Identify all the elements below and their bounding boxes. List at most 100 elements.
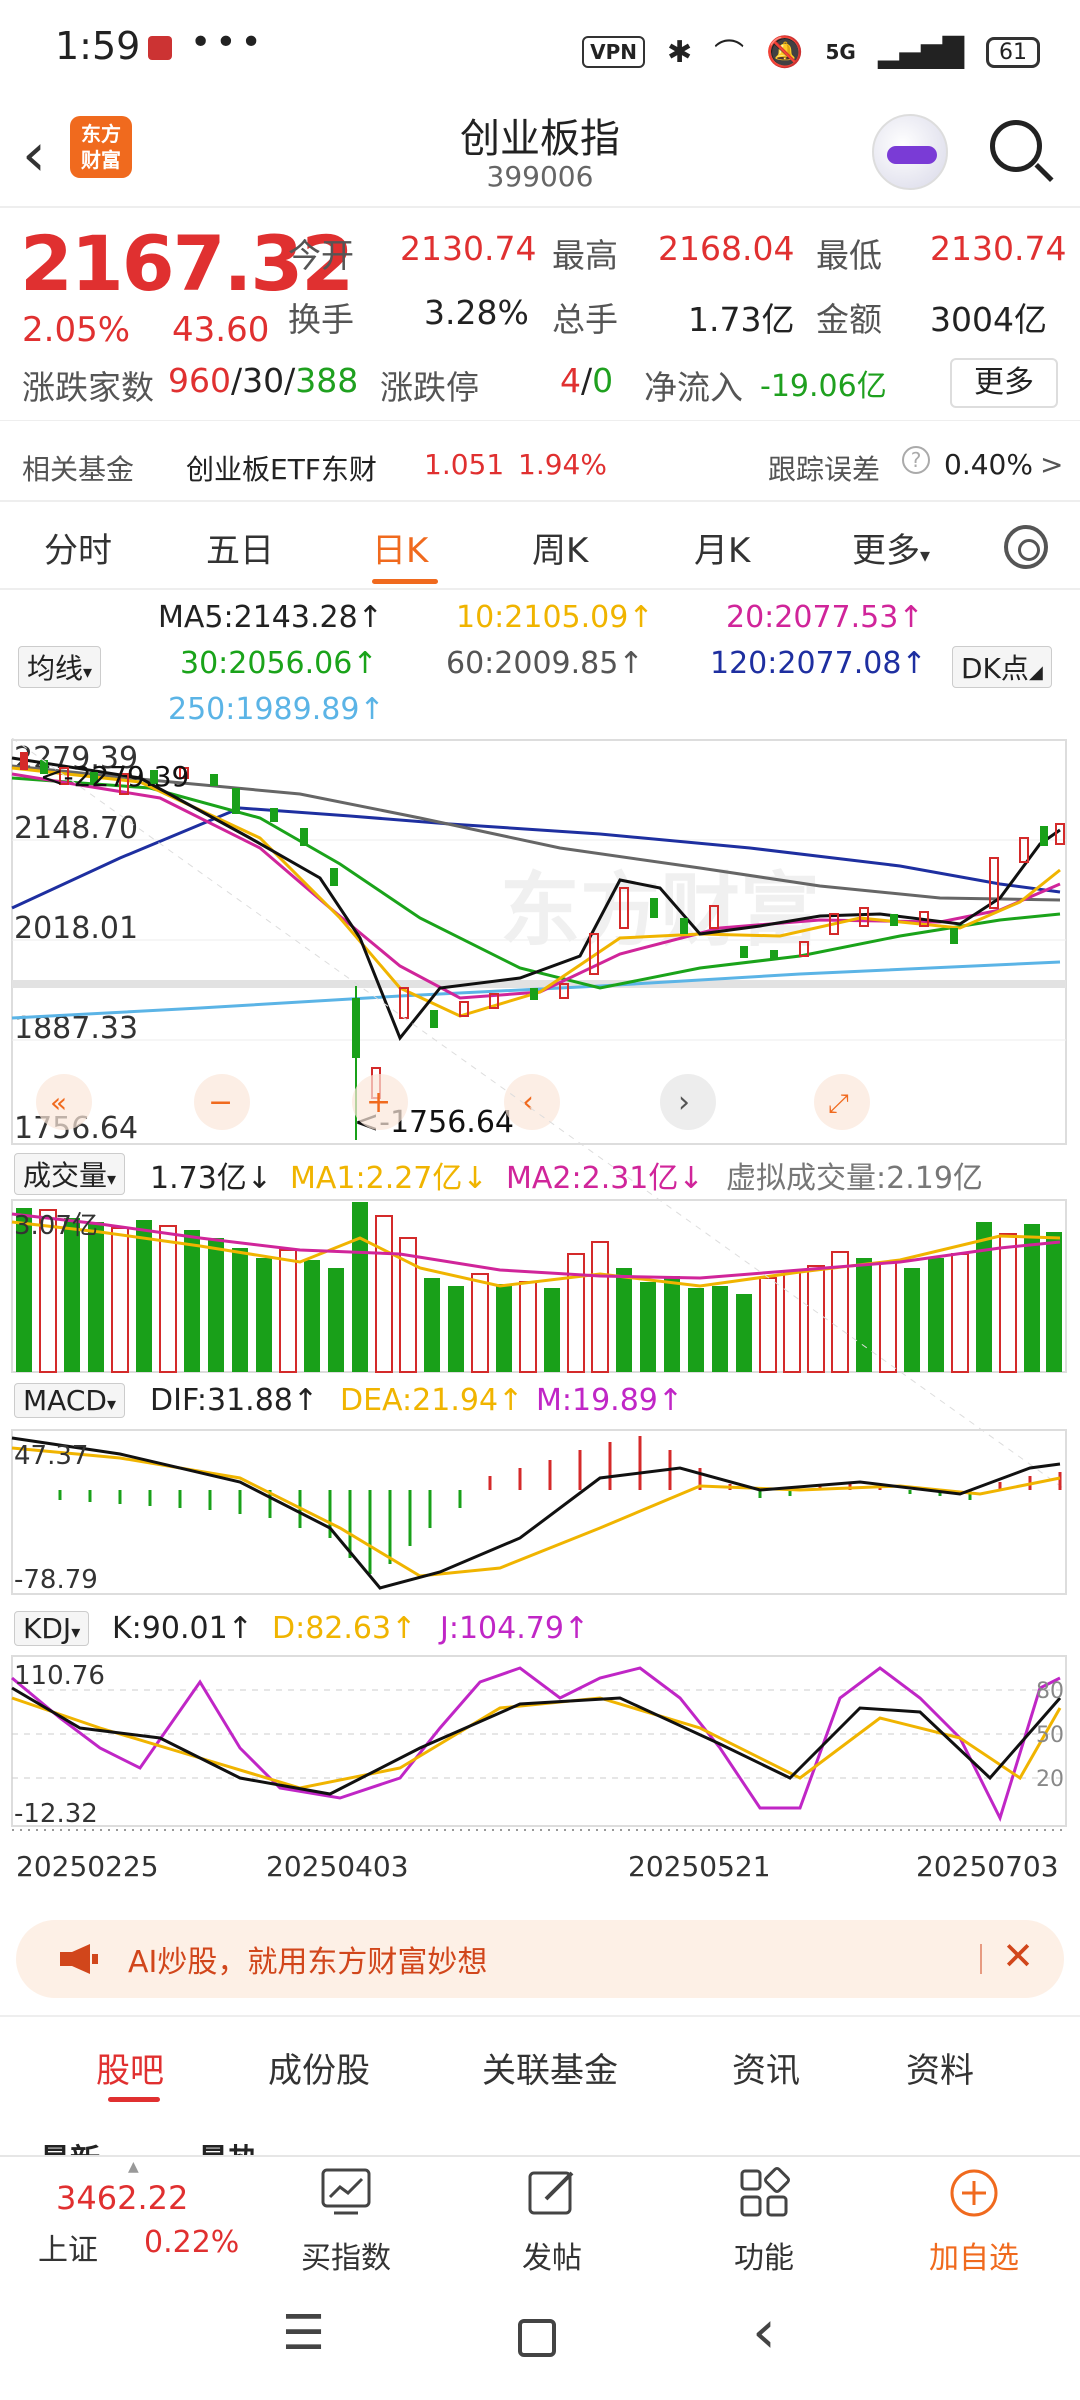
- more-notifications-icon: •••: [190, 22, 266, 63]
- ma30-legend: 30:2056.06↑: [180, 646, 378, 681]
- fund-label: 相关基金: [22, 453, 135, 486]
- close-icon[interactable]: ✕: [1002, 1934, 1034, 1978]
- ma5-legend: MA5:2143.28↑: [158, 600, 383, 635]
- volume-ma2-line: [11, 1212, 1061, 1280]
- kline-tick-3: 2018.01: [14, 911, 138, 946]
- tab-monthly-k[interactable]: 月K: [694, 523, 750, 572]
- functions-label: 功能: [734, 2241, 794, 2276]
- tab-five-day[interactable]: 五日: [206, 523, 274, 572]
- home-icon[interactable]: [518, 2319, 556, 2357]
- caret-up-icon: ▲: [128, 2159, 139, 2175]
- limit-sep: /: [581, 361, 593, 400]
- fund-pct: 1.94%: [518, 448, 607, 481]
- divider: [0, 588, 1080, 590]
- kdj-50-tick: 50: [1036, 1723, 1064, 1748]
- ma120-legend: 120:2077.08↑: [710, 646, 927, 681]
- kdj-j: J:104.79↑: [440, 1611, 590, 1646]
- ma10-legend: 10:2105.09↑: [456, 600, 654, 635]
- limit-up: 4: [560, 361, 581, 400]
- open-label: 今开: [288, 236, 354, 275]
- earbuds-icon: ⌒: [714, 38, 745, 73]
- kdj-type-dropdown[interactable]: KDJ▾: [14, 1611, 90, 1646]
- ma250-legend: 250:1989.89↑: [168, 692, 385, 727]
- buy-index-button[interactable]: 买指数: [256, 2157, 436, 2277]
- tracking-error-label: 跟踪误差: [768, 453, 881, 486]
- turnover-value: 3.28%: [424, 293, 529, 332]
- limit-values: 4/0: [560, 361, 613, 400]
- volume-ma2: MA2:2.31亿↓: [506, 1161, 704, 1196]
- macd-dif: DIF:31.88↑: [150, 1383, 319, 1418]
- turnover-label: 换手: [288, 300, 354, 339]
- back-nav-icon[interactable]: ‹: [752, 2297, 776, 2367]
- macd-frame: [11, 1429, 1067, 1595]
- breadth-sep-2: /: [284, 361, 296, 400]
- indicator-type-label: 均线: [27, 652, 84, 685]
- caret-down-icon: ▾: [83, 662, 93, 683]
- caret-down-icon: ▾: [71, 1622, 81, 1643]
- volume-ma1: MA1:2.27亿↓: [290, 1161, 488, 1196]
- caret-down-icon: ▾: [106, 1394, 116, 1415]
- tab-intraday[interactable]: 分时: [44, 523, 112, 572]
- caret-down-icon: ◢: [1028, 662, 1043, 683]
- tab-news[interactable]: 资讯: [732, 2043, 800, 2092]
- charts-area[interactable]: 东方财富 2279.39 2148.70 2018.01 1887.33 175…: [0, 738, 1080, 1918]
- tab-related-funds[interactable]: 关联基金: [482, 2043, 618, 2092]
- search-icon[interactable]: [990, 120, 1042, 172]
- amount-value: 3004亿: [930, 300, 1047, 339]
- macd-type-dropdown[interactable]: MACD▾: [14, 1383, 125, 1418]
- tracking-error-value: 0.40%: [944, 448, 1033, 481]
- ai-banner[interactable]: AI炒股，就用东方财富妙想 ✕: [16, 1920, 1064, 1998]
- menu-icon[interactable]: ☰: [282, 2305, 325, 2361]
- high-label: 最高: [552, 236, 618, 275]
- limit-label: 涨跌停: [380, 368, 479, 407]
- chevron-right-icon[interactable]: >: [1040, 448, 1063, 481]
- tab-weekly-k[interactable]: 周K: [532, 523, 588, 572]
- amount-label: 金额: [816, 300, 882, 339]
- macd-top-tick: 47.37: [14, 1441, 88, 1471]
- breadth-sep-1: /: [231, 361, 243, 400]
- kdj-20-tick: 20: [1036, 1767, 1064, 1792]
- gear-icon[interactable]: [1004, 525, 1048, 569]
- caret-down-icon: ▾: [920, 543, 931, 567]
- open-value: 2130.74: [400, 229, 537, 268]
- network-icon: 5G: [825, 40, 856, 64]
- breadth-flat: 30: [242, 361, 285, 400]
- tab-constituents[interactable]: 成份股: [268, 2043, 370, 2092]
- quote-panel: 2167.32 2.05% 43.60 今开 2130.74 最高 2168.0…: [0, 215, 1080, 415]
- kdj-d: D:82.63↑: [272, 1611, 417, 1646]
- content-tabs: 股吧 成份股 关联基金 资讯 资料: [0, 2015, 1080, 2105]
- ma20-legend: 20:2077.53↑: [726, 600, 924, 635]
- index-quick-quote[interactable]: ▲ 3462.22 上证 0.22%: [20, 2157, 250, 2277]
- bottom-bar: ▲ 3462.22 上证 0.22% 买指数 发帖 功能 加自选: [0, 2155, 1080, 2277]
- high-marker: <-2279.39: [40, 760, 189, 793]
- functions-button[interactable]: 功能: [674, 2157, 854, 2277]
- dk-point-dropdown[interactable]: DK点◢: [952, 646, 1052, 688]
- add-watchlist-button[interactable]: 加自选: [884, 2157, 1064, 2277]
- breadth-values: 960/30/388: [168, 361, 358, 400]
- status-bar: 1:59 ••• VPN ✱ ⌒ 🔕 5G ▂▄▆█ 61: [0, 0, 1080, 100]
- related-fund-row[interactable]: 相关基金 创业板ETF东财 1.051 1.94% 跟踪误差 ? 0.40% >: [0, 430, 1080, 498]
- double-left-icon: «: [50, 1086, 67, 1119]
- volume-type-dropdown[interactable]: 成交量▾: [14, 1153, 126, 1195]
- tab-daily-k[interactable]: 日K: [372, 523, 428, 572]
- status-icons: VPN ✱ ⌒ 🔕 5G ▂▄▆█ 61: [582, 30, 1040, 74]
- kdj-k: K:90.01↑: [112, 1611, 253, 1646]
- volume-value: 1.73亿↓: [150, 1161, 272, 1196]
- indicator-type-dropdown[interactable]: 均线▾: [18, 646, 102, 688]
- post-button[interactable]: 发帖: [462, 2157, 642, 2277]
- tab-forum[interactable]: 股吧: [96, 2043, 164, 2092]
- divider: [0, 420, 1080, 421]
- help-icon[interactable]: ?: [902, 446, 930, 474]
- change-amount: 43.60: [172, 310, 270, 350]
- more-button[interactable]: 更多: [950, 358, 1058, 408]
- tab-profile[interactable]: 资料: [906, 2043, 974, 2092]
- divider: [0, 500, 1080, 502]
- fund-name[interactable]: 创业板ETF东财: [186, 448, 377, 488]
- assistant-robot-icon[interactable]: [872, 114, 948, 190]
- date-tick-2: 20250403: [266, 1850, 409, 1883]
- macd-histogram: [58, 1436, 1062, 1574]
- tab-more[interactable]: 更多▾: [852, 523, 930, 572]
- plus-circle-icon: [950, 2169, 998, 2217]
- volume-ma1-line: [11, 1220, 1061, 1288]
- kdj-bottom-tick: -12.32: [14, 1799, 98, 1829]
